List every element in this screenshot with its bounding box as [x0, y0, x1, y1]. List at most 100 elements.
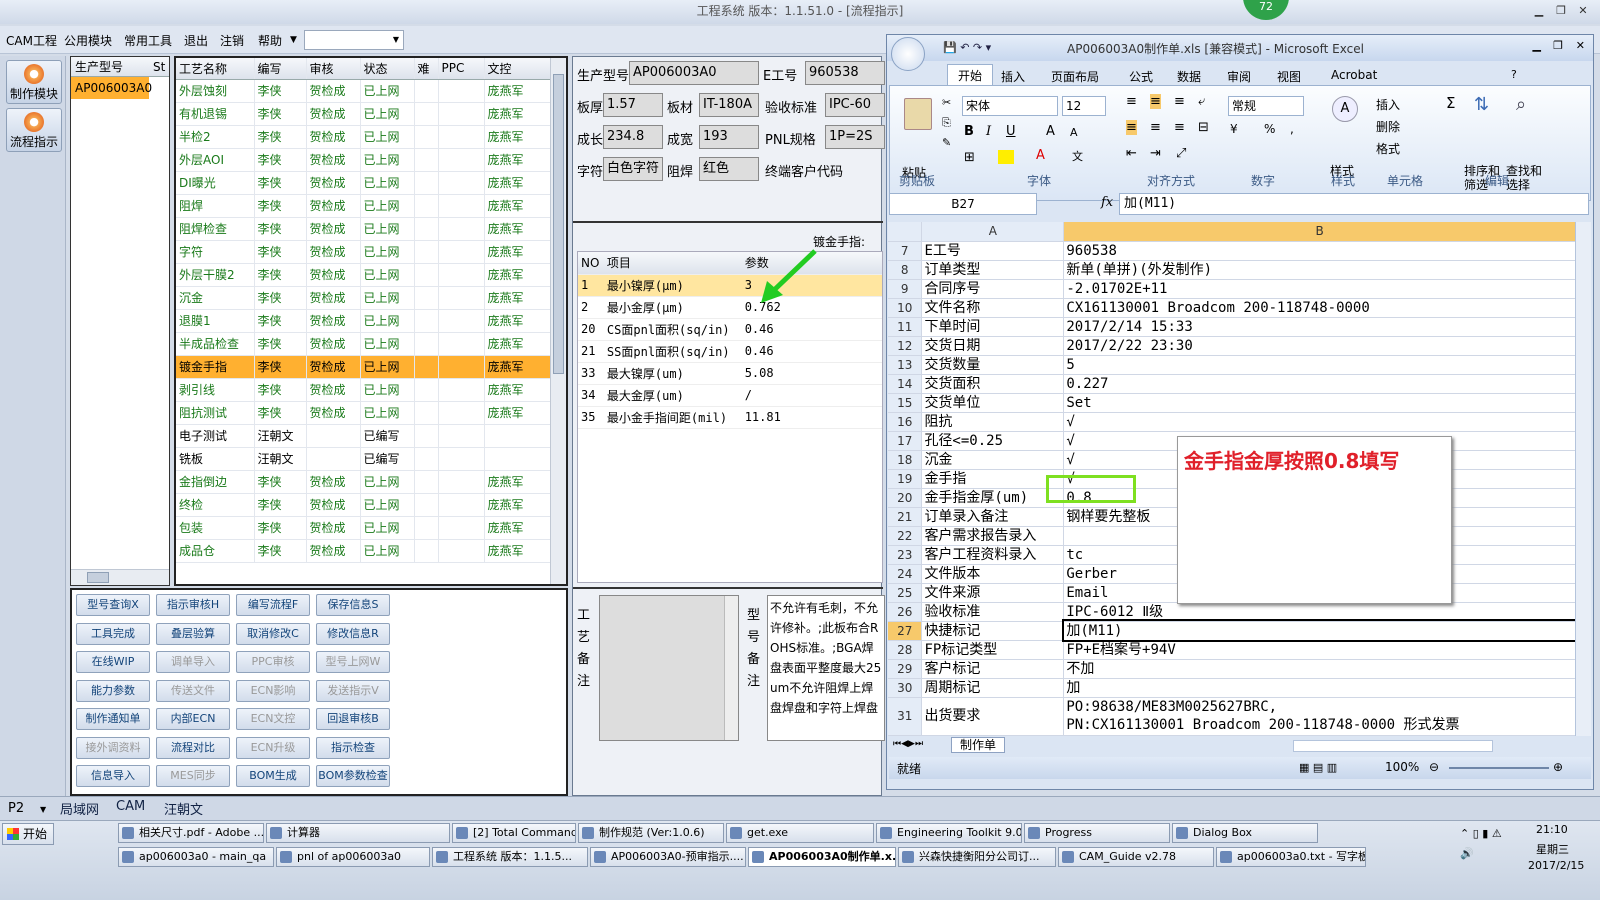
cell-status[interactable]: 已上网 [360, 309, 415, 333]
chevron-down-icon[interactable]: ▼ [40, 805, 46, 814]
menu-logout[interactable]: 注销 [220, 32, 244, 49]
cell-difficulty[interactable] [414, 470, 439, 494]
cell-doc-control[interactable] [484, 424, 552, 448]
comma-icon[interactable]: , [1290, 122, 1294, 136]
cell-b[interactable]: 960538 [1063, 241, 1576, 261]
cell-status[interactable]: 已上网 [360, 470, 415, 494]
number-format-select[interactable]: 常规 [1228, 96, 1304, 116]
cell-ppc[interactable] [438, 493, 485, 517]
process-row[interactable]: 阻焊检查 李侠 贺检成 已上网 庞燕军 [176, 217, 552, 241]
length-field[interactable]: 234.8 [603, 125, 663, 149]
cell-process-name[interactable]: 沉金 [176, 286, 255, 310]
cell-difficulty[interactable] [414, 355, 439, 379]
view-buttons-icon[interactable]: ▦ ▤ ▥ [1299, 761, 1337, 774]
clock-weekday[interactable]: 星期三 [1536, 841, 1569, 857]
zoom-in-icon[interactable]: ⊕ [1553, 760, 1563, 774]
grow-font-icon[interactable]: A [1046, 124, 1055, 139]
cell-doc-control[interactable]: 庞燕军 [484, 286, 552, 310]
cell-ppc[interactable] [438, 539, 485, 563]
currency-icon[interactable]: ¥ [1230, 122, 1238, 136]
cell-doc-control[interactable]: 庞燕军 [484, 79, 552, 103]
clock-time[interactable]: 21:10 [1536, 823, 1568, 836]
cell-auditor[interactable] [306, 447, 361, 471]
process-row[interactable]: 退膜1 李侠 贺检成 已上网 庞燕军 [176, 309, 552, 333]
process-row[interactable]: 金指倒边 李侠 贺检成 已上网 庞燕军 [176, 470, 552, 494]
cell-difficulty[interactable] [414, 401, 439, 425]
cell-a[interactable]: 金手指金厚(um) [921, 488, 1065, 508]
cell-a[interactable]: 沉金 [921, 450, 1065, 470]
volume-icon[interactable]: 🔊 [1460, 847, 1474, 860]
taskbar-item[interactable]: Progress [1024, 823, 1170, 843]
cell-status[interactable]: 已上网 [360, 102, 415, 126]
cell-writer[interactable]: 李侠 [254, 309, 307, 333]
taskbar-item[interactable]: 工程系统 版本：1.1.5... [432, 847, 588, 867]
row-header[interactable]: 12 [888, 336, 923, 356]
zoom-slider[interactable] [1449, 767, 1549, 769]
cell-auditor[interactable]: 贺检成 [306, 171, 361, 195]
cell-process-name[interactable]: 阻焊检查 [176, 217, 255, 241]
param-row[interactable]: 21 SS面pnl面积(sq/in) 0.46 [578, 340, 882, 363]
param-cell-no[interactable]: 33 [578, 362, 604, 385]
cell-process-name[interactable]: 阻抗测试 [176, 401, 255, 425]
cell-doc-control[interactable]: 庞燕军 [484, 217, 552, 241]
cell-ppc[interactable] [438, 102, 485, 126]
action-button[interactable]: 指示检查 [316, 736, 390, 759]
align-top-icon[interactable]: ≡ [1126, 94, 1137, 109]
cell-auditor[interactable]: 贺检成 [306, 516, 361, 540]
cell-doc-control[interactable]: 庞燕军 [484, 493, 552, 517]
process-row[interactable]: 成品仓 李侠 贺检成 已上网 庞燕军 [176, 539, 552, 563]
action-button[interactable]: 流程对比 [156, 736, 230, 759]
process-row[interactable]: 外层AOI 李侠 贺检成 已上网 庞燕军 [176, 148, 552, 172]
cell-b[interactable]: 新单(单拼)(外发制作) [1063, 260, 1576, 280]
cell-doc-control[interactable]: 庞燕军 [484, 378, 552, 402]
cell-difficulty[interactable] [414, 240, 439, 264]
cell-ppc[interactable] [438, 424, 485, 448]
cell-ppc[interactable] [438, 263, 485, 287]
cell-doc-control[interactable]: 庞燕军 [484, 401, 552, 425]
param-cell-no[interactable]: 34 [578, 384, 604, 407]
process-row[interactable]: 字符 李侠 贺检成 已上网 庞燕军 [176, 240, 552, 264]
nav-make-module[interactable]: ● 制作模块 [6, 60, 62, 104]
cell-a[interactable]: 交货单位 [921, 393, 1065, 413]
zoom-level[interactable]: 100% [1385, 760, 1419, 774]
vscroll[interactable] [1575, 222, 1591, 736]
col-writer[interactable]: 编写 [254, 58, 307, 80]
cell-auditor[interactable]: 贺检成 [306, 286, 361, 310]
cell-doc-control[interactable]: 庞燕军 [484, 263, 552, 287]
cell-difficulty[interactable] [414, 447, 439, 471]
cell-status[interactable]: 已上网 [360, 539, 415, 563]
cell-auditor[interactable]: 贺检成 [306, 401, 361, 425]
cell-doc-control[interactable]: 庞燕军 [484, 240, 552, 264]
row-header[interactable]: 18 [888, 450, 923, 470]
cell-process-name[interactable]: 阻焊 [176, 194, 255, 218]
cell-ppc[interactable] [438, 286, 485, 310]
cell-ppc[interactable] [438, 194, 485, 218]
cell-a[interactable]: 验收标准 [921, 602, 1065, 622]
cell-difficulty[interactable] [414, 125, 439, 149]
sheet-nav-icon[interactable]: ⏮◀▶⏭ [893, 739, 923, 749]
cell-b[interactable]: -2.01702E+11 [1063, 279, 1576, 299]
action-button[interactable]: 传送文件 [156, 679, 230, 702]
cell-b[interactable]: √ [1063, 412, 1576, 432]
styles-icon[interactable]: A [1332, 96, 1358, 122]
process-row[interactable]: 镀金手指 李侠 贺检成 已上网 庞燕军 [176, 355, 552, 379]
cell-ppc[interactable] [438, 217, 485, 241]
menu-combo[interactable]: ▼ [304, 30, 404, 50]
align-center-icon[interactable]: ≡ [1150, 120, 1161, 135]
cell-process-name[interactable]: 外层蚀刻 [176, 79, 255, 103]
cell-status[interactable]: 已上网 [360, 401, 415, 425]
cell-status[interactable]: 已上网 [360, 171, 415, 195]
cell-ppc[interactable] [438, 332, 485, 356]
cell-a[interactable]: 订单类型 [921, 260, 1065, 280]
autosum-icon[interactable]: Σ [1446, 94, 1455, 112]
cell-b[interactable] [1063, 735, 1576, 736]
cell-difficulty[interactable] [414, 171, 439, 195]
restore-icon[interactable]: ❐ [1552, 3, 1570, 19]
action-button[interactable]: 工具完成 [76, 622, 150, 645]
action-button[interactable]: 编写流程F [236, 594, 310, 616]
cell-a[interactable]: 孔径<=0.25 [921, 431, 1065, 451]
param-cell-no[interactable]: 1 [578, 274, 604, 297]
cell-ppc[interactable] [438, 447, 485, 471]
cell-process-name[interactable]: 半成品检查 [176, 332, 255, 356]
cell-status[interactable]: 已上网 [360, 493, 415, 517]
